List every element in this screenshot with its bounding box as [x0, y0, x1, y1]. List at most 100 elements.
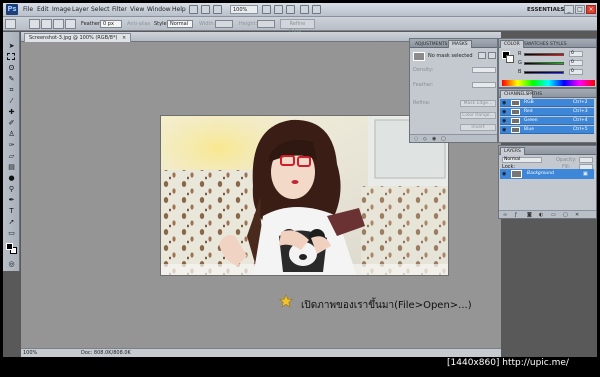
eyedropper-tool-icon[interactable]: ⁄ — [7, 97, 16, 105]
enable-mask-icon[interactable]: ◉ — [432, 136, 436, 142]
channel-row[interactable]: ◉ RGB Ctrl+2 — [500, 99, 594, 107]
shape-tool-icon[interactable]: ▭ — [7, 229, 16, 237]
background-color-chip[interactable] — [506, 55, 514, 63]
layer-visibility-eye-icon[interactable]: ◉ — [502, 171, 506, 177]
density-input[interactable] — [472, 67, 496, 73]
arrange-documents-icon[interactable] — [300, 5, 309, 14]
clone-stamp-icon[interactable]: ♙ — [7, 130, 16, 138]
document-canvas[interactable] — [160, 115, 449, 276]
zoom-level-field[interactable]: 100% — [230, 5, 258, 14]
visibility-eye-icon[interactable]: ◉ — [502, 118, 506, 124]
crop-tool-icon[interactable]: ⌗ — [7, 86, 16, 94]
hand-tool-icon[interactable] — [262, 5, 271, 14]
green-value[interactable]: 0 — [569, 60, 583, 66]
menu-edit[interactable]: Edit — [37, 5, 49, 15]
launch-bridge-icon[interactable] — [189, 5, 198, 14]
invert-button[interactable]: Invert — [460, 124, 496, 131]
menu-window[interactable]: Window — [147, 5, 171, 15]
document-tab[interactable]: Screenshot-3.jpg @ 100% (RGB/8*) × — [24, 33, 132, 42]
color-ramp[interactable] — [502, 80, 595, 86]
menu-help[interactable]: Help — [172, 5, 186, 15]
red-value[interactable]: 0 — [569, 51, 583, 57]
close-tab-icon[interactable]: × — [122, 35, 126, 41]
refine-edge-button[interactable]: Refine Edge... — [280, 19, 315, 35]
subtract-selection-icon[interactable] — [53, 19, 64, 29]
mask-icon[interactable]: ◙ — [527, 212, 532, 218]
vector-mask-icon[interactable] — [488, 52, 496, 59]
feather-mask-input[interactable] — [472, 82, 496, 88]
trash-icon[interactable]: ✕ — [575, 212, 579, 218]
mask-edge-button[interactable]: Mask Edge... — [460, 100, 496, 107]
tab-adjustments[interactable]: ADJUSTMENTS — [411, 40, 451, 48]
type-tool-icon[interactable]: T — [7, 207, 16, 215]
workspace-dropdown-icon[interactable]: » — [557, 6, 560, 12]
tab-masks[interactable]: MASKS — [448, 40, 472, 48]
opacity-input[interactable] — [579, 157, 593, 163]
path-selection-icon[interactable]: ➚ — [7, 218, 16, 226]
tab-styles[interactable]: STYLES — [546, 40, 571, 48]
red-slider[interactable] — [524, 53, 564, 56]
tab-layers[interactable]: LAYERS — [500, 147, 525, 155]
view-extras-icon[interactable] — [213, 5, 222, 14]
quick-selection-icon[interactable]: ✎ — [7, 75, 16, 83]
channel-row[interactable]: ◉ Blue Ctrl+5 — [500, 126, 594, 134]
anti-alias-checkbox[interactable]: Anti-alias — [127, 20, 150, 28]
visibility-eye-icon[interactable]: ◉ — [502, 100, 506, 106]
feather-input[interactable]: 0 px — [100, 20, 122, 28]
dodge-tool-icon[interactable]: ⚲ — [7, 185, 16, 193]
layer-row[interactable]: ◉ Background ▣ — [500, 169, 594, 179]
zoom-tool-icon[interactable] — [274, 5, 283, 14]
screen-mode-icon[interactable] — [312, 5, 321, 14]
color-range-button[interactable]: Color Range... — [460, 112, 496, 119]
tab-paths[interactable]: PATHS — [524, 90, 546, 98]
fx-icon[interactable]: ƒ — [515, 212, 517, 218]
visibility-eye-icon[interactable]: ◉ — [502, 127, 506, 133]
blue-value[interactable]: 0 — [569, 69, 583, 75]
intersect-selection-icon[interactable] — [65, 19, 76, 29]
green-slider[interactable] — [524, 62, 564, 65]
status-zoom[interactable]: 100% — [23, 350, 37, 357]
height-input[interactable] — [257, 20, 275, 28]
new-layer-icon[interactable]: ▢ — [563, 212, 568, 218]
eraser-tool-icon[interactable]: ▱ — [7, 152, 16, 160]
lasso-tool-icon[interactable]: ʘ — [7, 64, 16, 72]
delete-mask-icon[interactable]: ▢ — [441, 136, 446, 142]
pen-tool-icon[interactable]: ✒ — [7, 196, 16, 204]
load-selection-icon[interactable]: ◌ — [414, 136, 418, 142]
history-brush-icon[interactable]: ✑ — [7, 141, 16, 149]
maximize-button[interactable]: □ — [575, 5, 585, 14]
foreground-color-swatch[interactable] — [6, 243, 13, 250]
minimize-button[interactable]: _ — [564, 5, 574, 14]
marquee-preset-icon[interactable] — [5, 19, 16, 29]
menu-image[interactable]: Image — [52, 5, 71, 15]
menu-layer[interactable]: Layer — [72, 5, 89, 15]
width-input[interactable] — [215, 20, 233, 28]
gradient-tool-icon[interactable]: ▤ — [7, 163, 16, 171]
apply-mask-icon[interactable]: ◇ — [423, 136, 427, 142]
menu-file[interactable]: File — [23, 5, 33, 15]
move-tool-icon[interactable]: ➤ — [7, 42, 16, 50]
visibility-eye-icon[interactable]: ◉ — [502, 109, 506, 115]
style-select[interactable]: Normal — [167, 20, 193, 28]
add-selection-icon[interactable] — [41, 19, 52, 29]
link-icon[interactable]: ∞ — [503, 212, 507, 218]
menu-view[interactable]: View — [130, 5, 144, 15]
rotate-view-icon[interactable] — [286, 5, 295, 14]
menu-filter[interactable]: Filter — [112, 5, 127, 15]
close-button[interactable]: × — [586, 5, 596, 14]
quick-mask-icon[interactable]: ◎ — [7, 260, 16, 268]
blur-tool-icon[interactable]: ● — [7, 174, 16, 182]
menu-select[interactable]: Select — [91, 5, 110, 15]
pixel-mask-icon[interactable] — [478, 52, 486, 59]
brush-tool-icon[interactable]: ✐ — [7, 119, 16, 127]
channel-row[interactable]: ◉ Red Ctrl+3 — [500, 108, 594, 116]
adjustment-icon[interactable]: ◐ — [539, 212, 543, 218]
spot-healing-icon[interactable]: ✚ — [7, 108, 16, 116]
launch-mini-bridge-icon[interactable] — [201, 5, 210, 14]
rectangular-marquee-icon[interactable] — [7, 53, 15, 60]
channel-row[interactable]: ◉ Green Ctrl+4 — [500, 117, 594, 125]
folder-icon[interactable]: ▭ — [551, 212, 556, 218]
blue-slider[interactable] — [524, 71, 564, 74]
new-selection-icon[interactable] — [29, 19, 40, 29]
blend-mode-select[interactable]: Normal — [502, 157, 542, 163]
